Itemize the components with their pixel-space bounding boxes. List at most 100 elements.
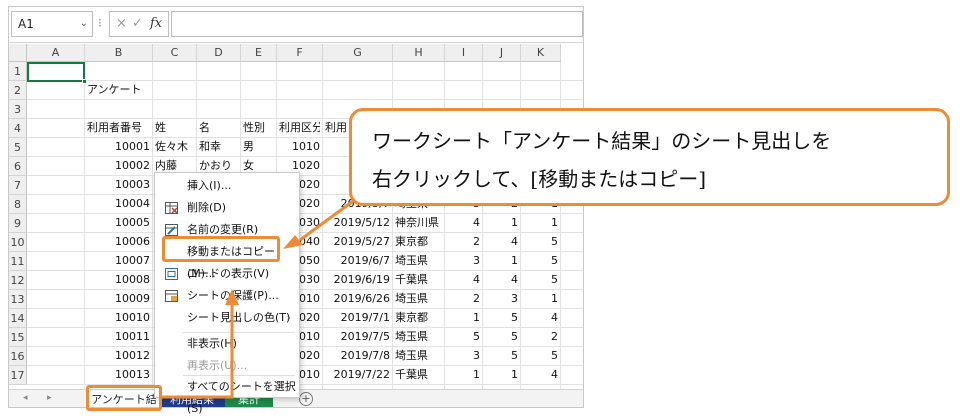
row-header[interactable]: 3: [9, 100, 27, 119]
cell-k13[interactable]: 1: [523, 290, 558, 308]
cell-e5[interactable]: 男: [243, 138, 274, 156]
cell-k11[interactable]: 5: [523, 252, 558, 270]
cell-i15[interactable]: 5: [447, 328, 480, 346]
cell-i10[interactable]: 2: [447, 233, 480, 251]
row-header[interactable]: 13: [9, 290, 27, 309]
row-header[interactable]: 10: [9, 233, 27, 252]
cell-i14[interactable]: 1: [447, 309, 480, 327]
scroll-right-icon[interactable]: ▸: [47, 393, 52, 403]
row-header[interactable]: 4: [9, 119, 27, 138]
column-header-d[interactable]: D: [197, 44, 241, 62]
cell-g13[interactable]: 2019/6/26: [325, 290, 390, 308]
cell-g14[interactable]: 2019/7/1: [325, 309, 390, 327]
column-header-e[interactable]: E: [241, 44, 277, 62]
cell-g9[interactable]: 2019/5/12: [325, 214, 390, 232]
cell-e4[interactable]: 性別: [243, 119, 274, 137]
fx-icon[interactable]: fx: [150, 12, 162, 36]
column-header-c[interactable]: C: [153, 44, 197, 62]
column-header-b[interactable]: B: [85, 44, 153, 62]
cell-j15[interactable]: 5: [485, 328, 518, 346]
row-header[interactable]: 5: [9, 138, 27, 157]
cell-j13[interactable]: 3: [485, 290, 518, 308]
cell-k14[interactable]: 4: [523, 309, 558, 327]
cell-b7[interactable]: 10003: [87, 176, 150, 194]
cell-c5[interactable]: 佐々木: [155, 138, 194, 156]
cell-j11[interactable]: 1: [485, 252, 518, 270]
menu-item-protect-sheet[interactable]: シートの保護(P)...: [155, 285, 299, 307]
cell-b9[interactable]: 10005: [87, 214, 150, 232]
column-header-k[interactable]: K: [521, 44, 561, 62]
select-all-corner[interactable]: [9, 44, 27, 62]
cell-d5[interactable]: 和幸: [199, 138, 238, 156]
cell-h15[interactable]: 埼玉県: [395, 328, 442, 346]
cell-i16[interactable]: 3: [447, 347, 480, 365]
column-header-f[interactable]: F: [277, 44, 323, 62]
row-header[interactable]: 8: [9, 195, 27, 214]
fill-handle[interactable]: [82, 79, 87, 84]
formula-input[interactable]: [171, 11, 583, 37]
row-header[interactable]: 2: [9, 81, 27, 100]
menu-item-view-code[interactable]: コードの表示(V): [155, 263, 299, 285]
cell-g10[interactable]: 2019/5/27: [325, 233, 390, 251]
cell-b10[interactable]: 10006: [87, 233, 150, 251]
cell-k17[interactable]: 4: [523, 366, 558, 384]
cell-b8[interactable]: 10004: [87, 195, 150, 213]
cell-h16[interactable]: 埼玉県: [395, 347, 442, 365]
cell-b2[interactable]: アンケート: [87, 81, 150, 99]
cell-i11[interactable]: 3: [447, 252, 480, 270]
cell-b14[interactable]: 10010: [87, 309, 150, 327]
chevron-down-icon[interactable]: ⌄: [80, 12, 88, 36]
row-header[interactable]: 6: [9, 157, 27, 176]
row-header[interactable]: 11: [9, 252, 27, 271]
menu-item-tab-color[interactable]: シート見出しの色(T) ›: [155, 307, 299, 329]
cell-b12[interactable]: 10008: [87, 271, 150, 289]
cell-j17[interactable]: 1: [485, 366, 518, 384]
cell-b16[interactable]: 10012: [87, 347, 150, 365]
cell-b15[interactable]: 10011: [87, 328, 150, 346]
enter-icon[interactable]: ✓: [132, 12, 143, 36]
cell-k10[interactable]: 5: [523, 233, 558, 251]
cell-j16[interactable]: 5: [485, 347, 518, 365]
cell-i9[interactable]: 4: [447, 214, 480, 232]
cell-k9[interactable]: 1: [523, 214, 558, 232]
column-header-j[interactable]: J: [483, 44, 521, 62]
cell-h17[interactable]: 千葉県: [395, 366, 442, 384]
cell-g16[interactable]: 2019/7/8: [325, 347, 390, 365]
cell-b5[interactable]: 10001: [87, 138, 150, 156]
cell-j14[interactable]: 5: [485, 309, 518, 327]
cell-j10[interactable]: 4: [485, 233, 518, 251]
cell-g11[interactable]: 2019/6/7: [325, 252, 390, 270]
cell-j9[interactable]: 1: [485, 214, 518, 232]
cell-k16[interactable]: 5: [523, 347, 558, 365]
cell-k12[interactable]: 5: [523, 271, 558, 289]
cell-g17[interactable]: 2019/7/22: [325, 366, 390, 384]
scroll-left-icon[interactable]: ◂: [23, 393, 28, 403]
menu-item-delete[interactable]: 削除(D): [155, 197, 299, 219]
column-header-a[interactable]: A: [27, 44, 85, 62]
row-header[interactable]: 12: [9, 271, 27, 290]
cell-h10[interactable]: 東京都: [395, 233, 442, 251]
cell-c4[interactable]: 姓: [155, 119, 194, 137]
column-header-g[interactable]: G: [323, 44, 393, 62]
row-header[interactable]: 1: [9, 62, 27, 81]
menu-item-select-all-sheets[interactable]: すべてのシートを選択(S): [155, 376, 299, 415]
cell-h9[interactable]: 神奈川県: [395, 214, 442, 232]
cell-i13[interactable]: 2: [447, 290, 480, 308]
cell-b11[interactable]: 10007: [87, 252, 150, 270]
row-header[interactable]: 14: [9, 309, 27, 328]
row-header[interactable]: 17: [9, 366, 27, 385]
column-header-i[interactable]: I: [445, 44, 483, 62]
row-header[interactable]: 15: [9, 328, 27, 347]
cell-h11[interactable]: 埼玉県: [395, 252, 442, 270]
cell-i17[interactable]: 1: [447, 366, 480, 384]
cell-b4[interactable]: 利用者番号: [87, 119, 150, 137]
cell-b13[interactable]: 10009: [87, 290, 150, 308]
column-header-h[interactable]: H: [393, 44, 445, 62]
cell-b17[interactable]: 10013: [87, 366, 150, 384]
menu-item-insert[interactable]: 挿入(I)...: [155, 175, 299, 197]
cell-b6[interactable]: 10002: [87, 157, 150, 175]
cancel-icon[interactable]: ×: [116, 12, 127, 36]
cell-h14[interactable]: 東京都: [395, 309, 442, 327]
add-sheet-icon[interactable]: +: [299, 392, 313, 406]
cell-k15[interactable]: 2: [523, 328, 558, 346]
